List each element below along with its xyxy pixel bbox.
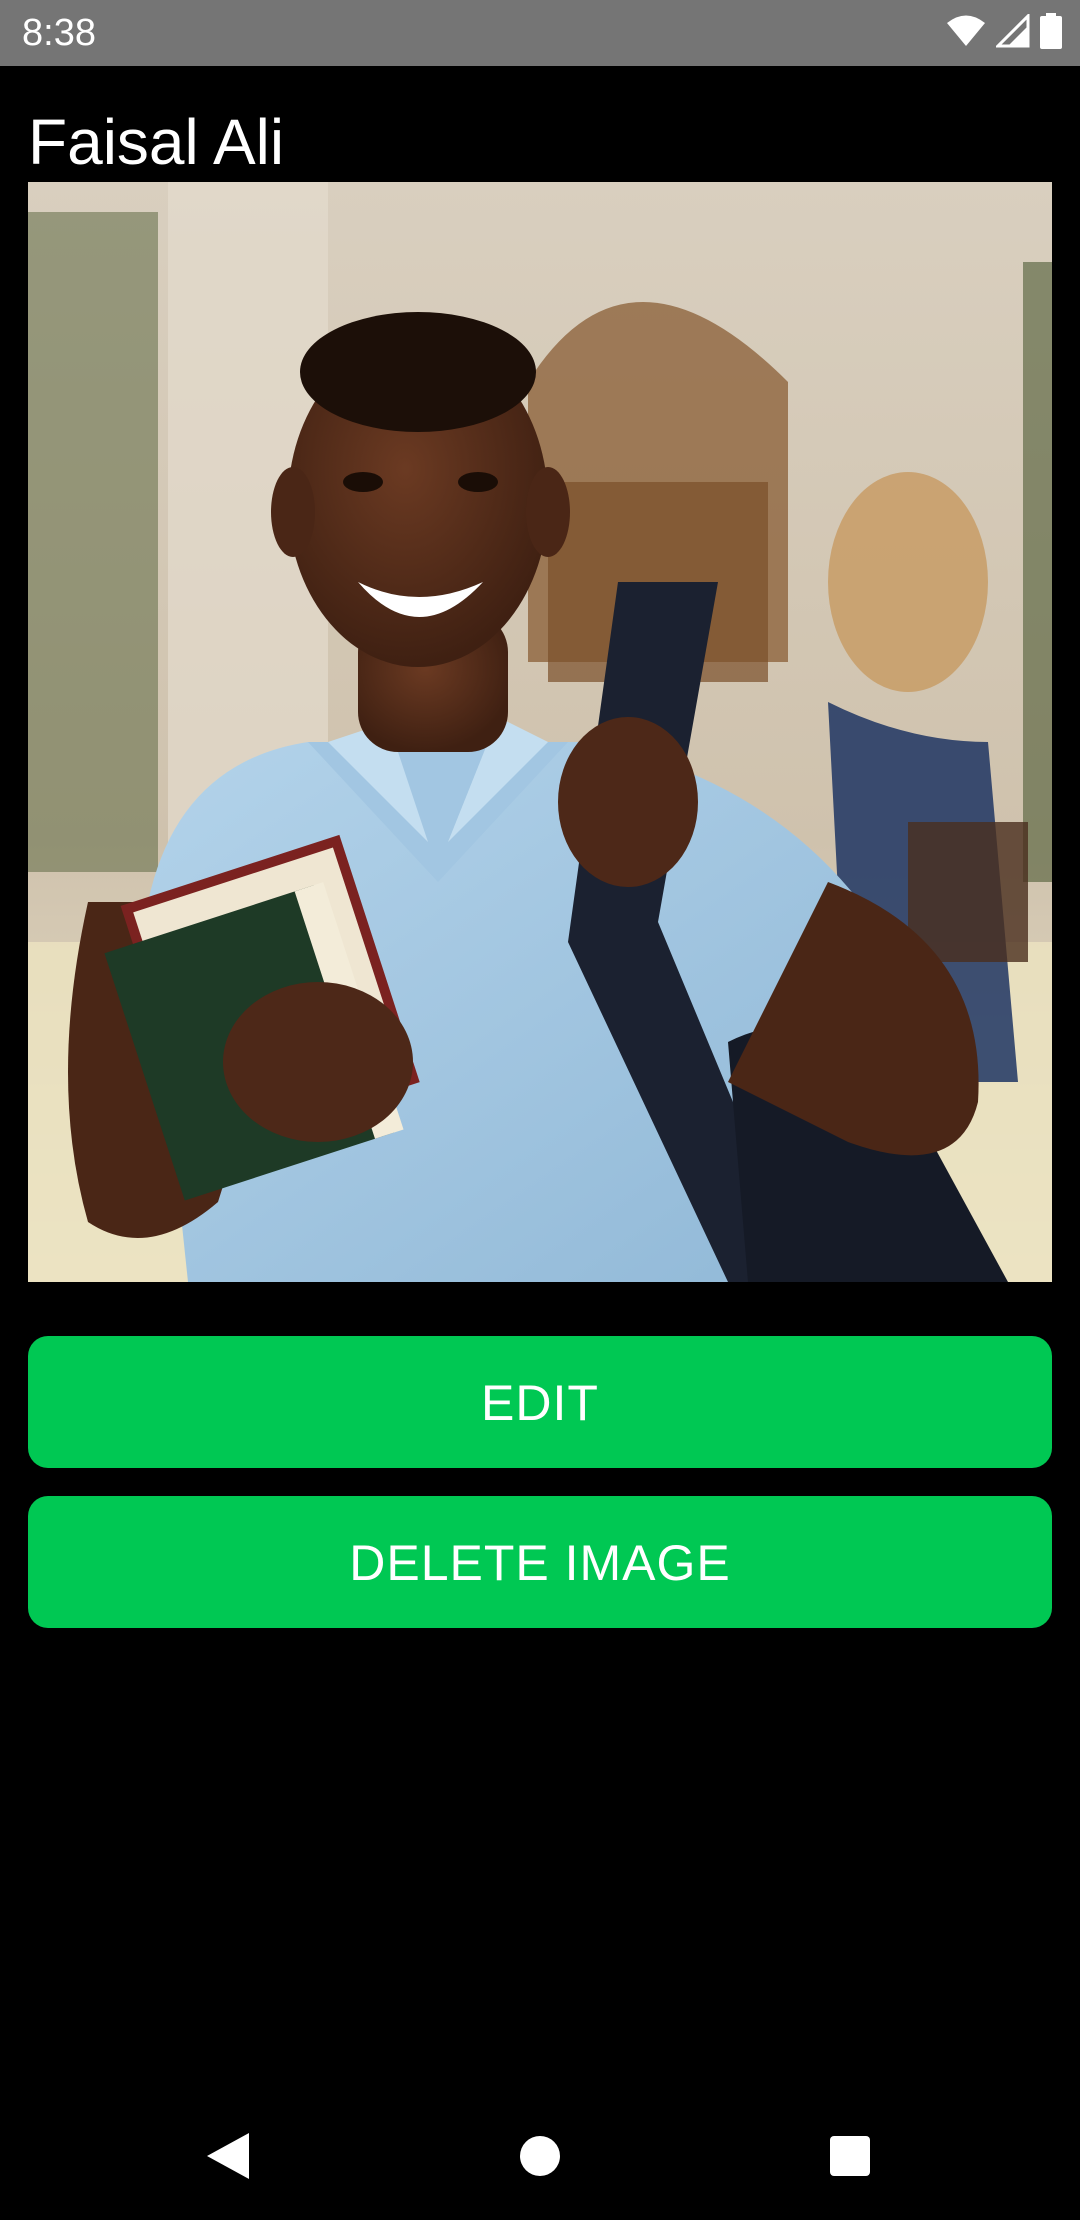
status-bar: 8:38 (0, 0, 1080, 66)
contact-photo (28, 182, 1052, 1282)
status-time: 8:38 (22, 12, 96, 54)
status-icons (946, 11, 1062, 54)
home-icon (518, 2134, 562, 2183)
navigation-bar (0, 2088, 1080, 2220)
recents-icon (829, 2135, 871, 2182)
home-button[interactable] (510, 2128, 570, 2188)
contact-name: Faisal Ali (28, 106, 285, 178)
back-button[interactable] (198, 2128, 258, 2188)
screen: 8:38 Faisal Ali EDIT DELETE IMAGE (0, 0, 1080, 2220)
wifi-icon (946, 14, 986, 53)
recents-button[interactable] (820, 2128, 880, 2188)
battery-icon (1040, 12, 1062, 54)
delete-image-button[interactable]: DELETE IMAGE (28, 1496, 1052, 1628)
edit-button[interactable]: EDIT (28, 1336, 1052, 1468)
back-icon (205, 2131, 251, 2186)
signal-icon (994, 11, 1030, 53)
